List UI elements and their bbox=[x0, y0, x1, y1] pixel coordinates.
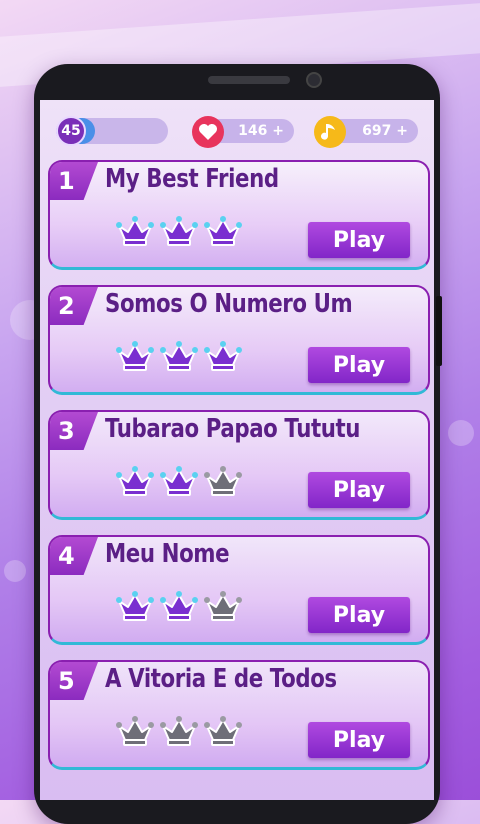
level-badge: 45 bbox=[56, 116, 86, 146]
crown-icon bbox=[160, 589, 198, 625]
crown-icon bbox=[116, 464, 154, 500]
crown-rating bbox=[116, 464, 242, 500]
play-button[interactable]: Play bbox=[308, 472, 410, 508]
song-card-3: 3 Tubarao Papao Tututu Play bbox=[48, 410, 430, 520]
play-button[interactable]: Play bbox=[308, 222, 410, 258]
heart-icon bbox=[192, 116, 224, 148]
crown-icon bbox=[204, 589, 242, 625]
crown-icon bbox=[116, 714, 154, 750]
crown-icon bbox=[160, 714, 198, 750]
crown-icon bbox=[204, 714, 242, 750]
song-title: Tubarao Papao Tututu bbox=[105, 414, 361, 444]
song-card-2: 2 Somos O Numero Um Play bbox=[48, 285, 430, 395]
crown-rating bbox=[116, 589, 242, 625]
crown-rating bbox=[116, 214, 242, 250]
song-number: 3 bbox=[50, 412, 98, 450]
song-number: 4 bbox=[50, 537, 98, 575]
crown-icon bbox=[160, 339, 198, 375]
song-card-5: 5 A Vitoria E de Todos Play bbox=[48, 660, 430, 770]
phone-camera bbox=[306, 72, 322, 88]
crown-icon bbox=[116, 339, 154, 375]
play-button[interactable]: Play bbox=[308, 347, 410, 383]
crown-rating bbox=[116, 339, 242, 375]
crown-icon bbox=[160, 464, 198, 500]
song-title: Somos O Numero Um bbox=[105, 289, 353, 319]
music-note-icon bbox=[314, 116, 346, 148]
song-number: 2 bbox=[50, 287, 98, 325]
phone-speaker bbox=[208, 76, 290, 84]
crown-icon bbox=[116, 214, 154, 250]
crown-rating bbox=[116, 714, 242, 750]
play-button[interactable]: Play bbox=[308, 722, 410, 758]
crown-icon bbox=[204, 214, 242, 250]
crown-icon bbox=[204, 464, 242, 500]
hud: 45 146 + 697 + bbox=[40, 116, 434, 148]
game-screen: 45 146 + 697 + 1 My Best Friend Play 2 S… bbox=[40, 100, 434, 800]
song-title: Meu Nome bbox=[105, 539, 230, 569]
crown-icon bbox=[204, 339, 242, 375]
song-title: A Vitoria E de Todos bbox=[105, 664, 337, 694]
crown-icon bbox=[160, 214, 198, 250]
song-number: 1 bbox=[50, 162, 98, 200]
song-number: 5 bbox=[50, 662, 98, 700]
crown-icon bbox=[116, 589, 154, 625]
song-card-1: 1 My Best Friend Play bbox=[48, 160, 430, 270]
bokeh-light bbox=[4, 560, 26, 582]
play-button[interactable]: Play bbox=[308, 597, 410, 633]
song-title: My Best Friend bbox=[105, 164, 279, 194]
phone-side-button bbox=[436, 296, 442, 366]
song-card-4: 4 Meu Nome Play bbox=[48, 535, 430, 645]
bokeh-light bbox=[448, 420, 474, 446]
